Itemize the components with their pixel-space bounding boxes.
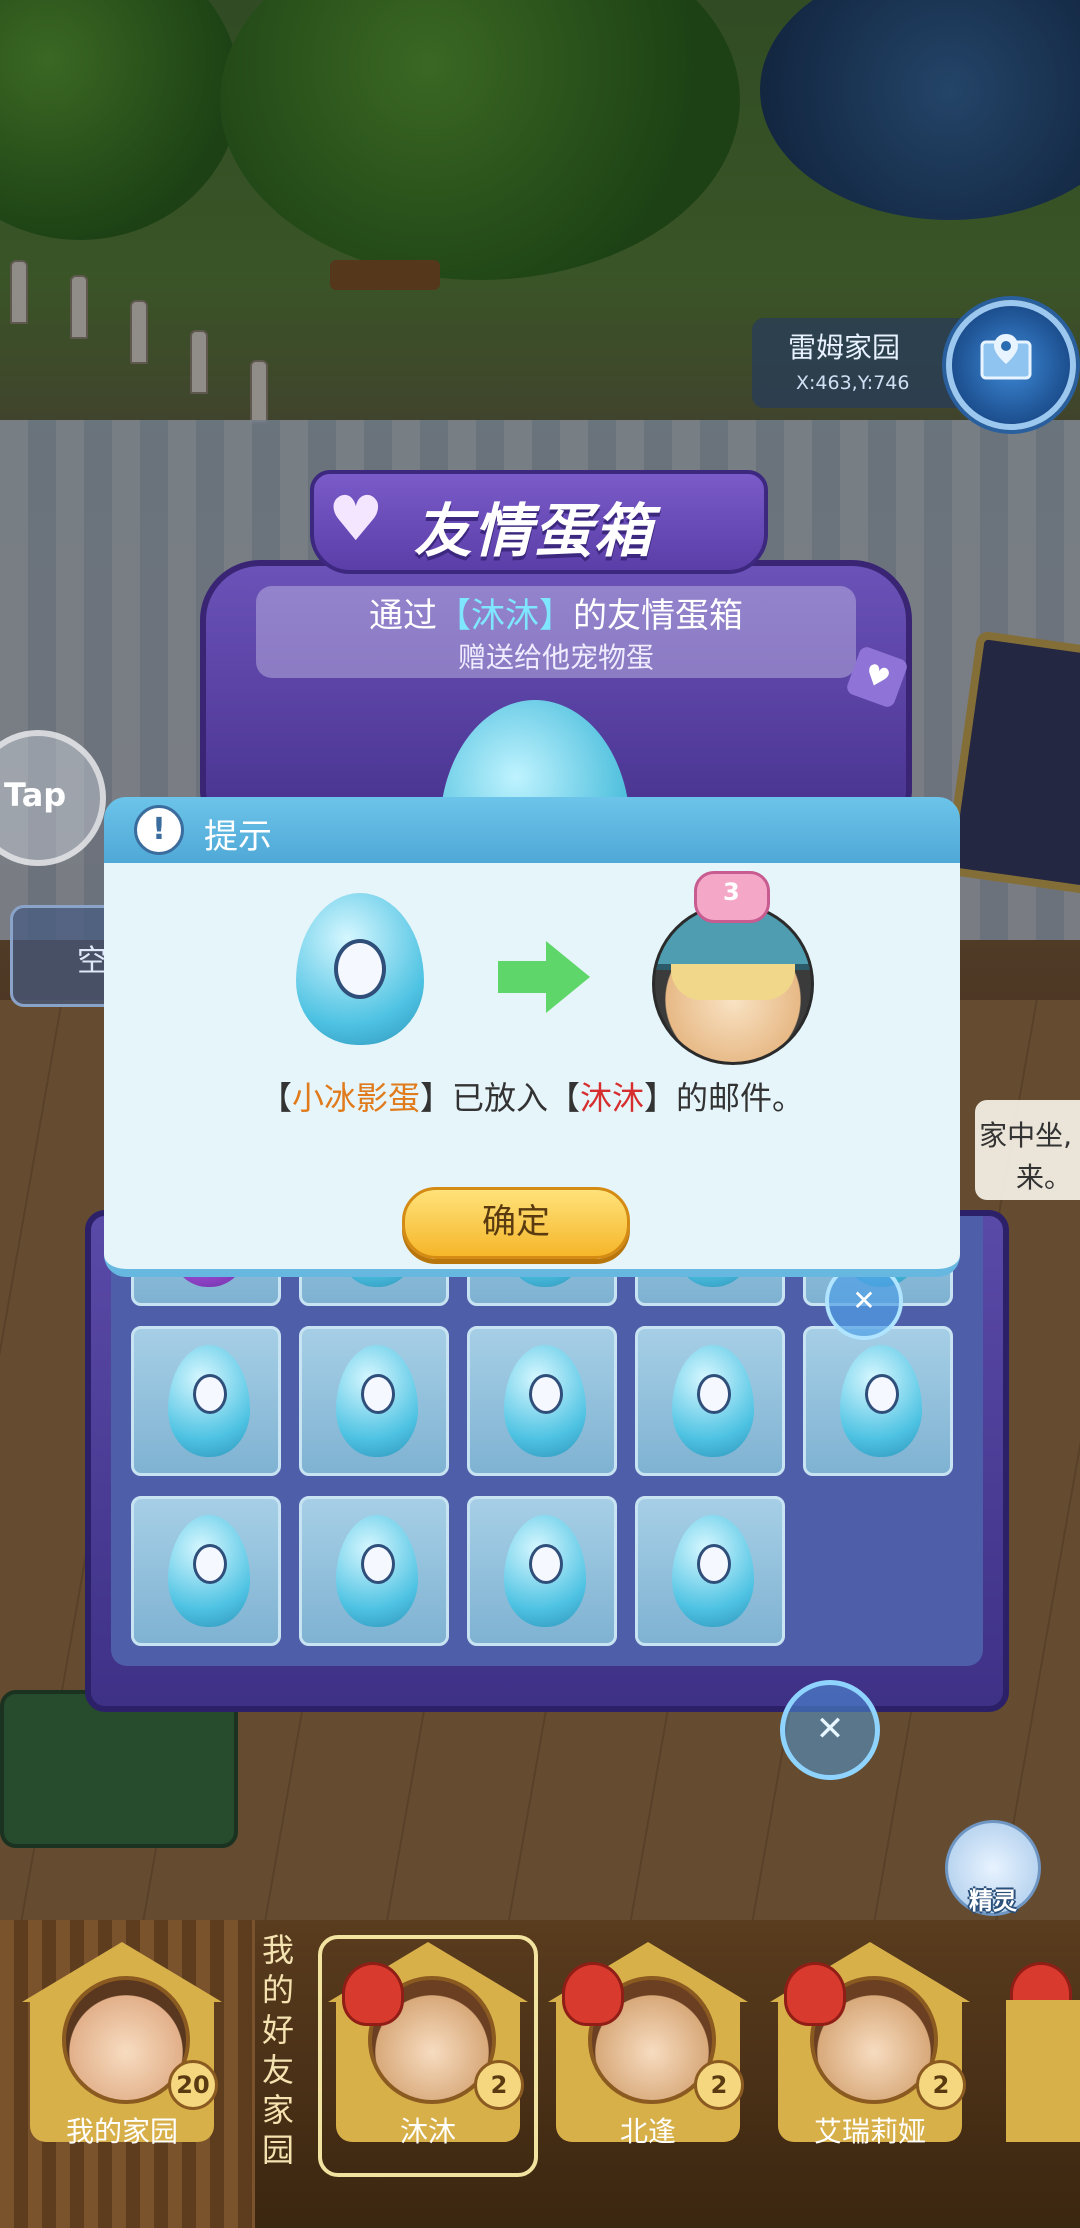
msg-end: 】的邮件。 bbox=[644, 1079, 805, 1117]
chat-bubble-line1: 家中坐, bbox=[979, 1119, 1072, 1152]
dialog-header: ! 提示 bbox=[104, 797, 960, 863]
sprite-label: 精灵 bbox=[969, 1887, 1017, 1915]
msg-bracket-open: 【 bbox=[259, 1079, 292, 1117]
egg-icon bbox=[296, 893, 424, 1045]
egg-box-desc-prefix: 通过 bbox=[369, 596, 437, 636]
egg-slot[interactable] bbox=[803, 1326, 953, 1476]
friend-home-item[interactable]: 2 艾瑞莉娅 bbox=[770, 1942, 970, 2148]
egg-item bbox=[336, 1345, 418, 1457]
dialog-title: 提示 bbox=[204, 817, 272, 857]
friend-home-item-partial[interactable] bbox=[998, 1942, 1080, 2142]
egg-item bbox=[336, 1515, 418, 1627]
avatar-level-badge: 3 bbox=[694, 871, 770, 923]
egg-box-desc-friend: 【沐沐】 bbox=[437, 596, 573, 636]
alert-icon: ! bbox=[134, 805, 184, 855]
egg-item bbox=[168, 1345, 250, 1457]
sprite-button[interactable]: 精灵 bbox=[945, 1820, 1041, 1916]
friend-home-item[interactable]: 2 北逢 bbox=[548, 1942, 748, 2148]
map-icon bbox=[980, 334, 1032, 380]
boxing-glove-icon bbox=[342, 1962, 404, 2026]
location-name: 雷姆家园 bbox=[788, 331, 901, 364]
egg-box-desc-line2: 赠送给他宠物蛋 bbox=[457, 641, 654, 674]
friend-name: 艾瑞莉娅 bbox=[813, 2115, 926, 2148]
avatar-level: 3 bbox=[723, 878, 740, 906]
egg-slot[interactable] bbox=[131, 1326, 281, 1476]
boxing-glove-icon bbox=[562, 1962, 624, 2026]
chat-bubble: 家中坐, 来。 bbox=[975, 1100, 1080, 1200]
friends-home-label: 我的好友家园 bbox=[262, 1931, 295, 2169]
friend-name: 沐沐 bbox=[399, 2115, 456, 2148]
friend-name: 北逢 bbox=[619, 2115, 676, 2148]
egg-box-title-banner: ♥ 友情蛋箱 bbox=[310, 470, 768, 574]
egg-box-desc-line1: 通过【沐沐】的友情蛋箱 bbox=[256, 588, 856, 637]
location-coords: X:463,Y:746 bbox=[796, 372, 910, 394]
egg-slot[interactable] bbox=[467, 1326, 617, 1476]
my-home-label: 我的家园 bbox=[65, 2115, 178, 2148]
friend-avatar bbox=[652, 903, 814, 1065]
egg-box-desc-suffix: 的友情蛋箱 bbox=[573, 596, 743, 636]
arrow-right-icon bbox=[498, 941, 590, 1013]
friend-level: 2 bbox=[916, 2060, 966, 2110]
msg-friend-name: 沐沐 bbox=[580, 1079, 645, 1117]
house-body bbox=[1006, 2000, 1080, 2142]
friend-home-item[interactable]: 2 沐沐 bbox=[328, 1942, 528, 2148]
egg-slot[interactable] bbox=[467, 1496, 617, 1646]
heart-icon: ♥ bbox=[328, 482, 384, 555]
egg-slot[interactable] bbox=[131, 1496, 281, 1646]
close-panel-button[interactable]: ✕ bbox=[780, 1680, 880, 1780]
tap-label: Tap bbox=[4, 776, 67, 814]
msg-middle: 】已放入【 bbox=[419, 1079, 580, 1117]
egg-slot[interactable] bbox=[299, 1326, 449, 1476]
egg-item bbox=[504, 1515, 586, 1627]
msg-egg-name: 小冰影蛋 bbox=[291, 1079, 420, 1117]
map-button[interactable] bbox=[946, 300, 1076, 430]
dialog-message: 【小冰影蛋】已放入【沐沐】的邮件。 bbox=[104, 1073, 960, 1119]
egg-slot[interactable] bbox=[635, 1496, 785, 1646]
egg-item bbox=[168, 1515, 250, 1627]
side-chip-label: 空 bbox=[77, 944, 107, 979]
egg-box-info: 通过【沐沐】的友情蛋箱 赠送给他宠物蛋 bbox=[256, 586, 856, 678]
egg-item bbox=[504, 1345, 586, 1457]
egg-box-title: 友情蛋箱 bbox=[414, 497, 655, 565]
friend-level: 2 bbox=[694, 2060, 744, 2110]
dialog-body: 3 【小冰影蛋】已放入【沐沐】的邮件。 确定 bbox=[104, 863, 960, 1277]
egg-item bbox=[672, 1345, 754, 1457]
confirm-button[interactable]: 确定 bbox=[402, 1187, 630, 1259]
boxing-glove-icon bbox=[784, 1962, 846, 2026]
friend-level: 2 bbox=[474, 2060, 524, 2110]
notice-dialog: ! 提示 3 【小冰影蛋】已放入【沐沐】的邮件。 确定 bbox=[104, 797, 960, 1277]
egg-slot[interactable] bbox=[635, 1326, 785, 1476]
chat-bubble-line2: 来。 bbox=[1015, 1161, 1072, 1194]
my-home-button[interactable]: 20 我的家园 bbox=[22, 1942, 222, 2148]
egg-item bbox=[840, 1345, 922, 1457]
my-level: 20 bbox=[168, 2060, 218, 2110]
egg-slot[interactable] bbox=[299, 1496, 449, 1646]
egg-item bbox=[672, 1515, 754, 1627]
